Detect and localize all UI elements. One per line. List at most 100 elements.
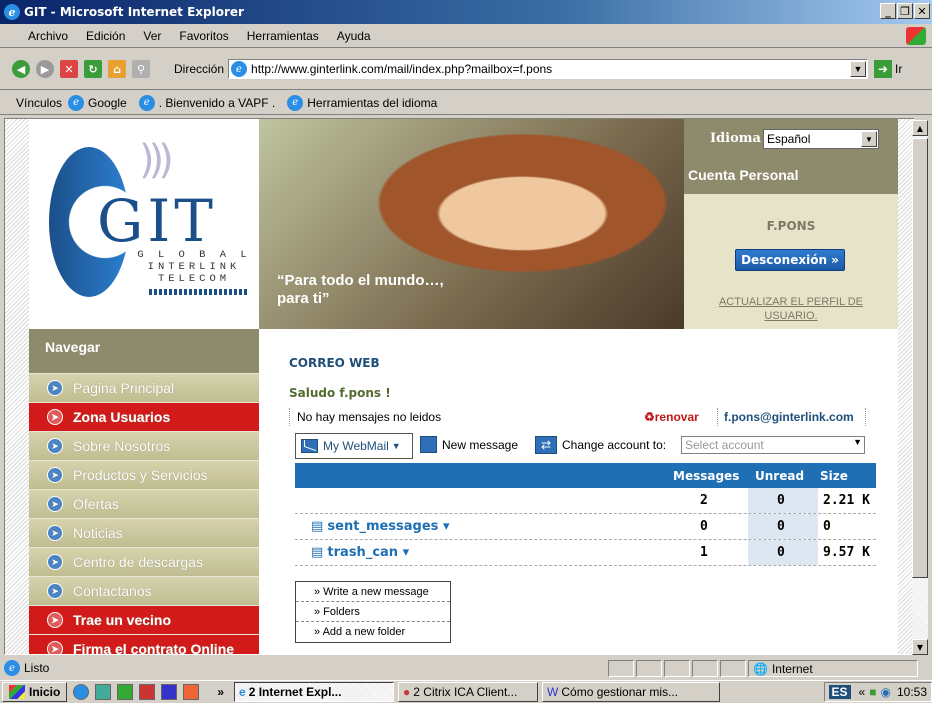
- link-vapf[interactable]: e. Bienvenido a VAPF .: [138, 94, 275, 111]
- outlook-quicklaunch-icon[interactable]: [95, 684, 112, 700]
- webmail-toolbar: My WebMail ▼ New message ⇄ Change accoun…: [295, 433, 865, 459]
- table-row[interactable]: 2 0 2.21 K: [295, 488, 876, 514]
- my-webmail-menu[interactable]: My WebMail ▼: [295, 433, 413, 459]
- task-label: 2 Citrix ICA Client...: [413, 685, 518, 699]
- menu-ayuda[interactable]: Ayuda: [337, 29, 371, 43]
- task-word[interactable]: W Cómo gestionar mis...: [542, 682, 721, 702]
- table-row[interactable]: ▤ sent_messages ▾ 0 0 0: [295, 514, 876, 540]
- nav-title: Navegar: [29, 329, 259, 373]
- tagline-line-1: “Para todo el mundo…,: [277, 272, 444, 289]
- table-header: Messages Unread Size: [295, 463, 876, 488]
- window-controls: _ ❐ ✕: [880, 3, 930, 19]
- ie-icon: e: [138, 94, 155, 111]
- language-value: Español: [767, 132, 811, 146]
- excel-quicklaunch-icon[interactable]: [117, 684, 134, 700]
- link-label: Google: [88, 95, 127, 110]
- links-label: Vínculos: [16, 95, 63, 110]
- minimize-button[interactable]: _: [880, 3, 896, 19]
- divider: [289, 408, 290, 426]
- col-messages[interactable]: Messages: [673, 469, 739, 483]
- access-quicklaunch-icon[interactable]: [139, 684, 156, 700]
- update-profile-link[interactable]: ACTUALIZAR EL PERFIL DE USUARIO.: [704, 295, 878, 323]
- forward-icon[interactable]: ▶: [36, 60, 54, 78]
- menu-edicion[interactable]: Edición: [86, 29, 125, 43]
- nav-item[interactable]: ➤ Centro de descargas: [29, 547, 259, 576]
- col-size[interactable]: Size: [820, 469, 848, 483]
- arrow-circle-icon: ➤: [47, 554, 63, 570]
- language-select[interactable]: Español ▼: [763, 129, 879, 149]
- home-icon[interactable]: ⌂: [108, 60, 126, 78]
- clock[interactable]: 10:53: [897, 685, 927, 699]
- scroll-thumb[interactable]: [912, 138, 928, 578]
- refresh-icon[interactable]: ↻: [84, 60, 102, 78]
- account-select[interactable]: Select account ▼: [681, 436, 865, 454]
- volume-icon[interactable]: ◉: [880, 685, 890, 699]
- chevron-down-icon[interactable]: ▼: [853, 437, 862, 447]
- back-icon[interactable]: ◀: [12, 60, 30, 78]
- new-message-button[interactable]: New message: [420, 436, 518, 453]
- network-icon[interactable]: ■: [869, 685, 876, 699]
- menu-add-folder[interactable]: » Add a new folder: [296, 622, 450, 642]
- nav-item[interactable]: ➤ Productos y Servicios: [29, 460, 259, 489]
- menu-ver[interactable]: Ver: [143, 29, 161, 43]
- address-dropdown-icon[interactable]: ▼: [850, 61, 867, 77]
- page-viewport: ))) GIT G L O B A L INTERLINK TELECOM “P…: [4, 118, 915, 655]
- link-google[interactable]: e Google: [68, 94, 127, 111]
- folder-name[interactable]: ▤ sent_messages ▾: [311, 519, 449, 534]
- go-button[interactable]: Ir: [895, 62, 902, 76]
- logout-button[interactable]: Desconexión »: [735, 249, 845, 271]
- go-arrow-icon[interactable]: ➜: [874, 60, 893, 78]
- menu-archivo[interactable]: Archivo: [28, 29, 68, 43]
- start-button[interactable]: Inicio: [2, 682, 68, 702]
- tagline-line-2: para ti”: [277, 290, 330, 307]
- chevron-right-icon[interactable]: »: [217, 685, 224, 699]
- nav-item[interactable]: ➤ Contactanos: [29, 576, 259, 605]
- sidebar-nav: Navegar ➤ Pagina Principal ➤ Zona Usuarios ➤…: [29, 329, 259, 654]
- renew-link[interactable]: ♻renovar: [644, 410, 699, 424]
- my-webmail-label: My WebMail: [323, 439, 389, 453]
- task-citrix[interactable]: ● 2 Citrix ICA Client...: [398, 682, 539, 702]
- git-logo[interactable]: ))) GIT G L O B A L INTERLINK TELECOM: [29, 119, 259, 329]
- chevron-down-icon[interactable]: ▾: [398, 545, 410, 560]
- link-label: Herramientas del idioma: [307, 95, 438, 110]
- restore-button[interactable]: ❐: [897, 3, 913, 19]
- close-button[interactable]: ✕: [914, 3, 930, 19]
- folder-label: trash_can: [327, 545, 399, 560]
- col-unread[interactable]: Unread: [755, 469, 804, 483]
- nav-item[interactable]: ➤ Sobre Nosotros: [29, 431, 259, 460]
- powerpoint-quicklaunch-icon[interactable]: [183, 684, 200, 700]
- nav-item[interactable]: ➤ Ofertas: [29, 489, 259, 518]
- nav-item[interactable]: ➤ Trae un vecino: [29, 605, 259, 634]
- task-internet-explorer[interactable]: e 2 Internet Expl...: [234, 682, 395, 702]
- scroll-up-icon[interactable]: ▲: [912, 120, 928, 136]
- chevron-down-icon[interactable]: ▼: [861, 131, 877, 147]
- nav-item[interactable]: ➤ Firma el contrato Online: [29, 634, 259, 654]
- arrow-circle-icon: ➤: [47, 438, 63, 454]
- nav-item[interactable]: ➤ Pagina Principal: [29, 373, 259, 402]
- menu-herramientas[interactable]: Herramientas: [247, 29, 319, 43]
- address-input[interactable]: e http://www.ginterlink.com/mail/index.p…: [228, 59, 869, 79]
- menu-folders[interactable]: » Folders: [296, 602, 450, 622]
- envelope-icon: [301, 439, 318, 453]
- word-quicklaunch-icon[interactable]: [161, 684, 178, 700]
- search-icon[interactable]: ⚲: [132, 60, 150, 78]
- vertical-scrollbar[interactable]: ▲ ▼: [912, 120, 928, 655]
- ie-quicklaunch-icon[interactable]: [73, 684, 90, 700]
- table-row[interactable]: ▤ trash_can ▾ 1 0 9.57 K: [295, 540, 876, 566]
- nav-item[interactable]: ➤ Zona Usuarios: [29, 402, 259, 431]
- language-indicator[interactable]: ES: [828, 685, 851, 699]
- scroll-down-icon[interactable]: ▼: [912, 639, 928, 655]
- ie-icon: e: [4, 4, 20, 20]
- folder-label: sent_messages: [327, 519, 439, 534]
- chevron-left-icon[interactable]: «: [859, 685, 866, 699]
- stop-icon[interactable]: ✕: [60, 60, 78, 78]
- menu-write-message[interactable]: » Write a new message: [296, 582, 450, 602]
- folder-name[interactable]: ▤ trash_can ▾: [311, 545, 409, 560]
- logo-underline: [149, 289, 249, 295]
- menu-favoritos[interactable]: Favoritos: [179, 29, 228, 43]
- nav-item[interactable]: ➤ Noticias: [29, 518, 259, 547]
- chevron-down-icon[interactable]: ▾: [438, 519, 450, 534]
- left-pattern: [5, 119, 29, 654]
- chevron-down-icon: ▼: [391, 441, 401, 451]
- link-herramientas-idioma[interactable]: e Herramientas del idioma: [287, 94, 438, 111]
